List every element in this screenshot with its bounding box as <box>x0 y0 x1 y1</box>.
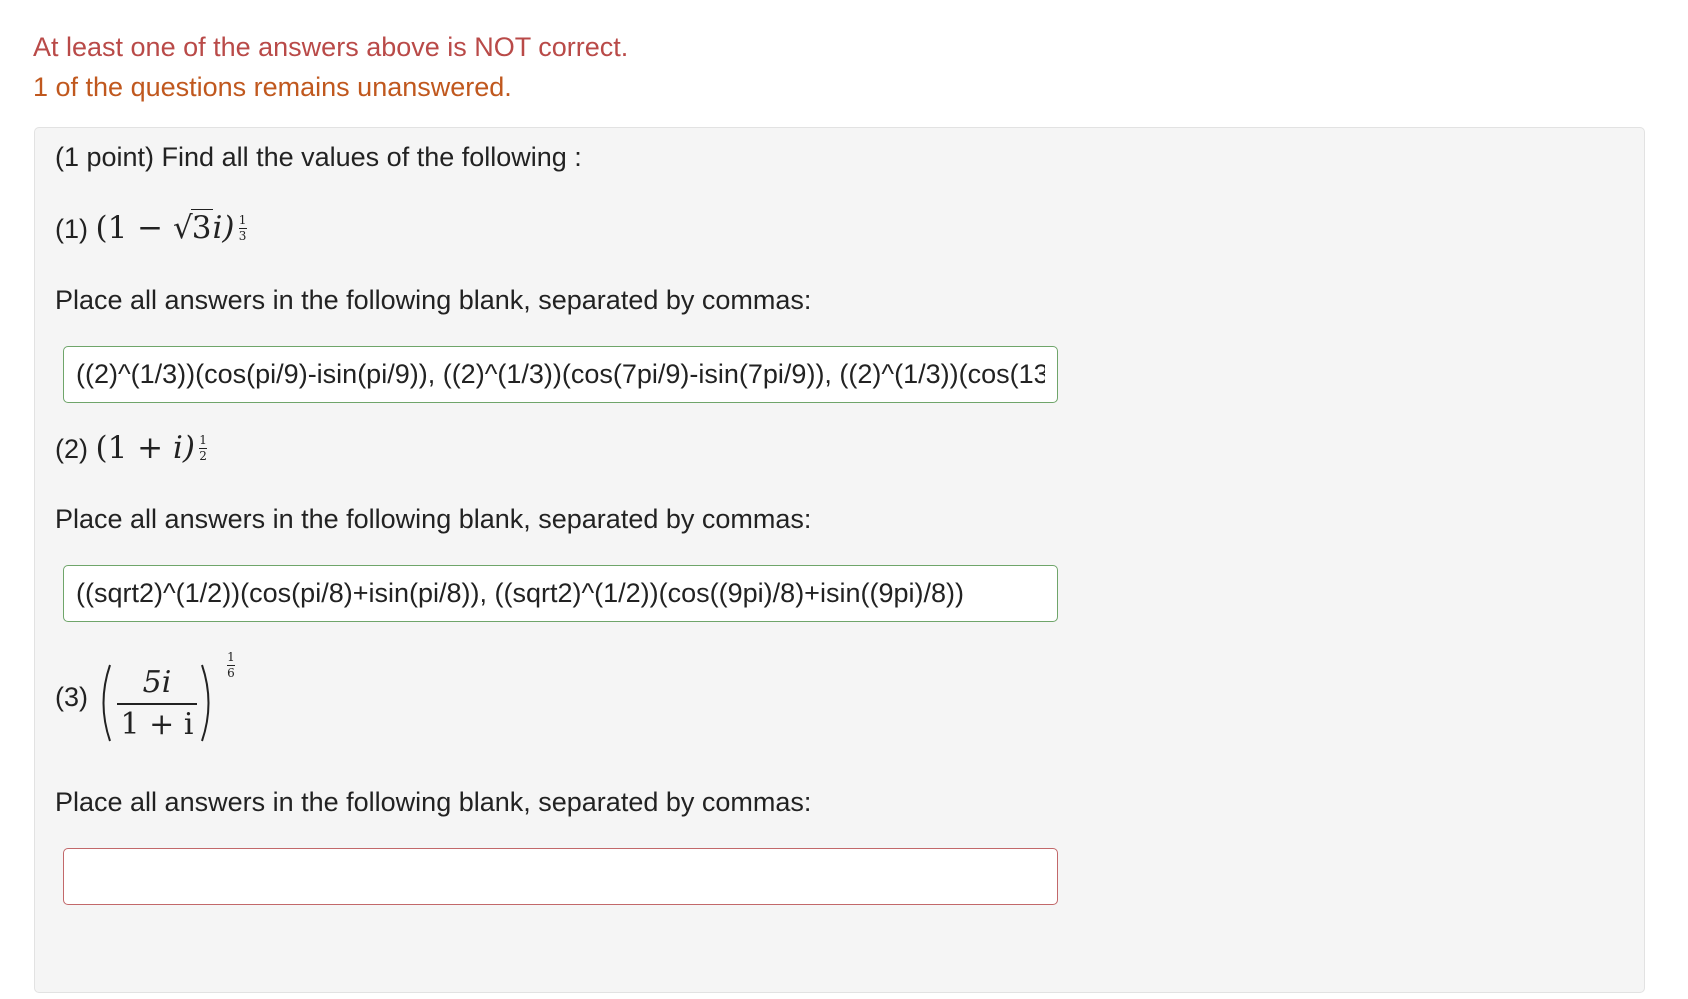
left-paren-icon <box>102 664 111 742</box>
part-2-label: (2) <box>55 434 88 464</box>
part-2-exp-num: 1 <box>199 433 207 447</box>
part-2-math-tail: i) <box>173 430 196 466</box>
part-2-math-open: (1 + <box>95 430 174 466</box>
part-3-denominator: 1 + i <box>120 707 194 742</box>
part-2-exp-den: 2 <box>199 449 207 463</box>
part-3-exponent: 16 <box>227 651 235 680</box>
part-3-label: (3) <box>55 682 88 712</box>
part-1-radicand: 3 <box>190 209 213 246</box>
status-unanswered-message: 1 of the questions remains unanswered. <box>33 72 512 102</box>
part-1-math-open: (1 − <box>95 210 174 246</box>
part-1-exponent: 13 <box>238 213 247 243</box>
right-paren-icon <box>201 664 210 742</box>
part-3-exp-den: 6 <box>227 666 235 680</box>
part-1-instruction: Place all answers in the following blank… <box>55 285 812 315</box>
part-3-exp-num: 1 <box>227 650 235 664</box>
part-3-numerator: 5i <box>142 665 172 700</box>
part-3-fraction: 5i 1 + i <box>117 665 197 743</box>
part-2-expression: (2) (1 + i) 1 2 <box>55 430 208 466</box>
status-incorrect-message: At least one of the answers above is NOT… <box>33 32 629 62</box>
problem-intro: (1 point) Find all the values of the fol… <box>55 142 582 172</box>
part-1-label: (1) <box>55 214 88 244</box>
part-1-answer-input[interactable] <box>63 346 1058 403</box>
part-2-math: (1 + i) <box>96 430 196 466</box>
part-1-exp-num: 1 <box>238 213 247 227</box>
part-3-instruction: Place all answers in the following blank… <box>55 787 812 817</box>
fraction-bar <box>117 703 197 705</box>
part-1-math: (1 − √3i) <box>95 209 235 246</box>
problem-panel: (1 point) Find all the values of the fol… <box>34 127 1645 993</box>
part-2-answer-input[interactable] <box>63 565 1058 622</box>
part-1-math-tail: i) <box>212 210 235 246</box>
part-1-exp-den: 3 <box>238 229 247 243</box>
part-1-expression: (1) (1 − √3i) 1 3 <box>55 209 247 246</box>
part-2-exponent: 12 <box>199 433 208 463</box>
part-2-instruction: Place all answers in the following blank… <box>55 504 812 534</box>
sqrt-symbol: √ <box>173 210 193 246</box>
part-3-answer-input[interactable] <box>63 848 1058 905</box>
